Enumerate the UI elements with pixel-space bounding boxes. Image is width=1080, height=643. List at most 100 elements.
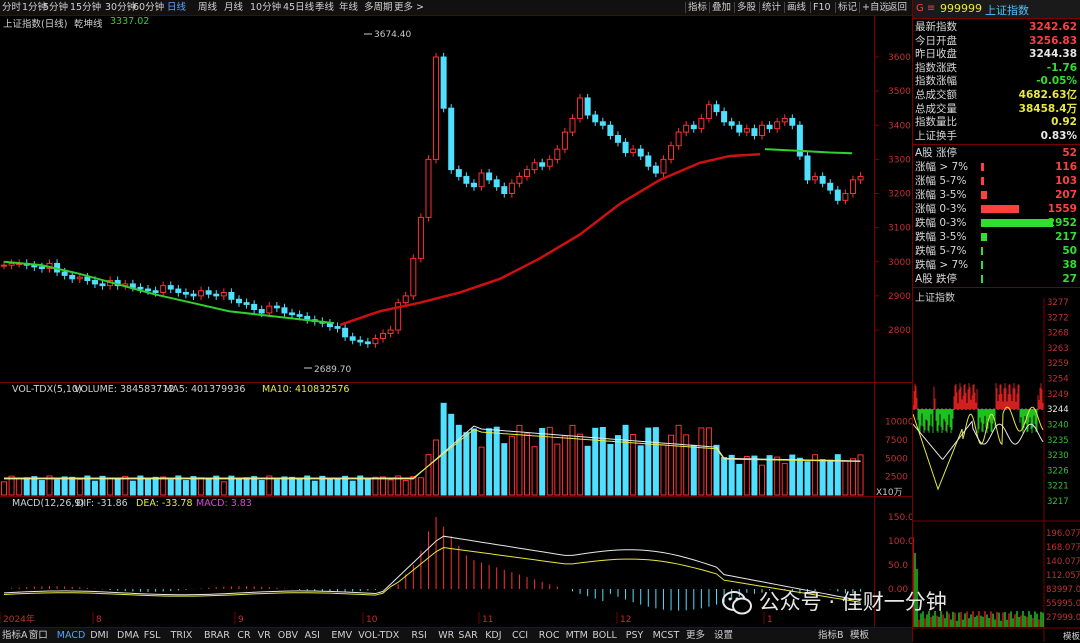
breadth-label: A股 跌停 — [915, 273, 958, 285]
candle-body — [804, 155, 811, 181]
indicator-tab-right[interactable]: 模板 — [850, 629, 869, 642]
indicator-tab[interactable]: 指标A — [2, 629, 28, 642]
indicator-tab[interactable]: MACD — [57, 629, 85, 642]
volume-bar — [417, 477, 424, 496]
volume-bar — [91, 480, 98, 496]
macd-tick-label: 50.0 — [888, 561, 908, 571]
indicator-tab[interactable]: MTM — [566, 629, 588, 642]
indicator-tab[interactable]: FSL — [144, 629, 161, 642]
indicator-tab-right[interactable]: 指标B — [818, 629, 844, 642]
quote-header: G ≡ 999999 上证指数 — [913, 0, 1080, 19]
breadth-row: 涨幅 3-5% 207 — [913, 188, 1080, 202]
candle-body — [607, 124, 614, 136]
intraday-tick-label: 3263 — [1047, 344, 1069, 354]
indicator-tab[interactable]: TRIX — [171, 629, 193, 642]
indicator-tab[interactable]: BRAR — [204, 629, 230, 642]
y-tick-label: 2800 — [888, 326, 911, 336]
volume-bar — [69, 476, 76, 496]
indicator-tab[interactable]: VR — [258, 629, 271, 642]
candle-body — [675, 131, 682, 147]
indicator-tab[interactable]: ROC — [539, 629, 560, 642]
candle-body — [759, 124, 765, 136]
candle-body — [8, 262, 15, 266]
x-axis-label: 12 — [620, 615, 631, 625]
candle-body — [281, 307, 288, 314]
breadth-value: 1559 — [1047, 203, 1077, 215]
volume-bar — [16, 478, 23, 496]
volume-bar — [645, 427, 652, 496]
menu-icon[interactable]: G ≡ — [916, 3, 935, 14]
intraday-tick-label: 3217 — [1047, 497, 1069, 507]
breadth-value: 116 — [1055, 161, 1077, 173]
breadth-bar — [981, 205, 1020, 213]
breadth-value: 38 — [1062, 259, 1077, 271]
indicator-tab[interactable]: 更多 — [686, 629, 705, 642]
indicator-tab[interactable]: MCST — [653, 629, 680, 642]
volume-bar — [167, 479, 174, 496]
candle-body — [175, 288, 182, 293]
candle-body — [349, 336, 356, 341]
breadth-row: 跌幅 0-3% 2952 — [913, 216, 1080, 230]
candle-body — [857, 175, 864, 181]
breadth-value: 103 — [1055, 175, 1077, 187]
candle-body — [198, 290, 205, 297]
breadth-value: 52 — [1062, 147, 1077, 159]
indicator-tab[interactable]: ASI — [305, 629, 320, 642]
indicator-tab[interactable]: OBV — [278, 629, 298, 642]
volume-bar — [54, 479, 61, 496]
quote-value: 38458.4万 — [1018, 102, 1077, 115]
intraday-tab[interactable]: 模板 — [1063, 631, 1080, 642]
volume-bar — [630, 433, 637, 496]
intraday-vol-tick: 55995.0 — [1046, 599, 1080, 609]
vol-tick-label: 2500 — [885, 473, 908, 483]
volume-bar — [849, 458, 856, 496]
candle-body — [766, 124, 773, 130]
indicator-tab[interactable]: WR — [438, 629, 454, 642]
y-tick-label: 3300 — [888, 155, 911, 165]
indicator-tab[interactable]: DMA — [117, 629, 139, 642]
volume-bar — [455, 424, 462, 496]
indicator-tab[interactable]: CR — [237, 629, 250, 642]
volume-bar — [38, 480, 45, 496]
breadth-bar — [981, 233, 987, 241]
indicator-tab[interactable]: DMI — [90, 629, 108, 642]
volume-bar — [243, 477, 250, 496]
quote-row: 指数涨跌 -1.76 — [913, 62, 1080, 76]
indicator-tab[interactable]: SAR — [458, 629, 477, 642]
volume-bar — [827, 459, 834, 496]
breadth-label: 涨幅 3-5% — [915, 189, 967, 201]
x-axis-label: 10 — [366, 615, 378, 625]
indicator-tab[interactable]: BOLL — [592, 629, 616, 642]
indicator-tab[interactable]: KDJ — [485, 629, 501, 642]
breadth-label: 跌幅 0-3% — [915, 217, 967, 229]
indicator-tab[interactable]: CCI — [512, 629, 528, 642]
volume-bar — [349, 480, 356, 496]
volume-bar — [114, 477, 121, 496]
candle-body — [812, 175, 819, 181]
quote-row: 总成交量 38458.4万 — [913, 103, 1080, 117]
volume-bar — [652, 427, 659, 496]
volume-bar — [554, 443, 561, 496]
volume-bar — [599, 427, 606, 496]
volume-bar — [273, 479, 280, 496]
indicator-tab[interactable]: RSI — [411, 629, 426, 642]
y-tick-label: 3400 — [888, 121, 911, 131]
x-axis-label: 9 — [238, 615, 244, 625]
indicator-tab[interactable]: EMV — [331, 629, 352, 642]
candle-body — [251, 303, 258, 311]
indicator-tab[interactable]: VOL-TDX — [358, 629, 399, 642]
indicator-tab[interactable]: 窗口 — [29, 629, 48, 642]
quote-value: 0.92 — [1051, 116, 1077, 129]
y-tick-label: 3600 — [888, 53, 911, 63]
breadth-row: A股 涨停 52 — [913, 146, 1080, 160]
candle-body — [417, 216, 424, 259]
quote-panel: G ≡ 999999 上证指数 最新指数 3242.62 今日开盘 3256.83 昨日… — [912, 0, 1080, 642]
wechat-icon — [722, 591, 752, 615]
watermark: 公众号 · 佳财一分钟 — [722, 586, 947, 616]
volume-bar — [690, 444, 697, 496]
indicator-tab[interactable]: PSY — [626, 629, 644, 642]
candle-body — [410, 257, 417, 297]
candle-body — [364, 341, 371, 345]
breadth-bar — [981, 177, 984, 185]
indicator-tab[interactable]: 设置 — [714, 629, 733, 642]
